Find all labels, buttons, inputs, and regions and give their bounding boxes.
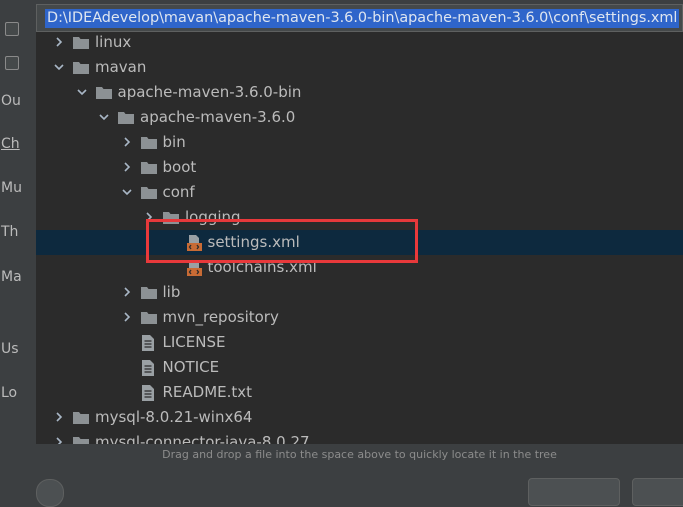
tree-row[interactable]: lib <box>36 280 683 305</box>
tree-row-label: lib <box>162 283 181 301</box>
option-label: Lo <box>1 385 18 401</box>
tree-row[interactable]: boot <box>36 155 683 180</box>
text-file-icon <box>141 335 157 351</box>
tree-row-label: toolchains.xml <box>207 258 317 276</box>
tree-row[interactable]: conf <box>36 180 683 205</box>
tree-row-label: mavan <box>95 58 147 76</box>
tree-row[interactable]: mavan <box>36 55 683 80</box>
drag-drop-hint: Drag and drop a file into the space abov… <box>162 448 557 461</box>
chevron-right-icon[interactable] <box>143 211 155 223</box>
xml-file-icon <box>186 260 202 276</box>
file-tree[interactable]: linux mavan apache-maven-3.6.0-bin apache-m… <box>36 32 683 444</box>
folder-icon <box>140 185 157 200</box>
option-label: Ma <box>1 269 22 285</box>
tree-row[interactable]: mysql-connector-java-8.0.27 <box>36 430 683 444</box>
folder-icon <box>73 35 89 50</box>
tree-row-label: logging <box>185 208 241 226</box>
folder-icon <box>73 435 89 444</box>
tree-row-label: NOTICE <box>162 358 220 376</box>
path-input-value[interactable]: D:\IDEAdevelop\mavan\apache-maven-3.6.0-… <box>45 9 680 28</box>
tree-row-label: bin <box>162 133 186 151</box>
tree-row[interactable]: linux <box>36 32 683 55</box>
chevron-down-icon[interactable] <box>53 61 65 73</box>
cancel-button[interactable] <box>632 478 683 506</box>
help-button[interactable] <box>36 479 64 507</box>
folder-icon <box>163 210 179 225</box>
tree-row-label: settings.xml <box>207 233 300 251</box>
tree-row-label: LICENSE <box>162 333 226 351</box>
text-file-icon <box>141 385 157 401</box>
tree-row-label: mysql-8.0.21-winx64 <box>95 408 253 426</box>
option-label: Th <box>1 224 19 240</box>
tree-row-label: boot <box>162 158 197 176</box>
option-label: Ch <box>1 136 20 152</box>
tree-row[interactable]: NOTICE <box>36 355 683 380</box>
chevron-down-icon[interactable] <box>121 186 133 198</box>
tree-row[interactable]: settings.xml <box>36 230 683 255</box>
tree-row[interactable]: apache-maven-3.6.0-bin <box>36 80 683 105</box>
background-dialog-panel: Ou Ch Mu Th Ma Us Lo <box>0 0 34 489</box>
chevron-right-icon[interactable] <box>53 411 65 423</box>
option-label: Ou <box>1 93 21 109</box>
chevron-right-icon[interactable] <box>121 286 133 298</box>
tree-row-label: conf <box>162 183 195 201</box>
tree-row-label: mvn_repository <box>162 308 279 326</box>
folder-icon <box>73 60 89 75</box>
folder-icon <box>140 310 157 325</box>
chevron-right-icon[interactable] <box>121 161 133 173</box>
tree-row[interactable]: LICENSE <box>36 330 683 355</box>
tree-row[interactable]: bin <box>36 130 683 155</box>
path-input[interactable]: D:\IDEAdevelop\mavan\apache-maven-3.6.0-… <box>36 4 683 32</box>
tree-row-label: mysql-connector-java-8.0.27 <box>95 433 310 444</box>
tree-row[interactable]: toolchains.xml <box>36 255 683 280</box>
ok-button[interactable] <box>528 478 620 506</box>
tree-row-label: README.txt <box>162 383 253 401</box>
folder-icon <box>95 85 112 100</box>
option-label: Mu <box>1 180 22 196</box>
tree-row-label: apache-maven-3.6.0-bin <box>117 83 302 101</box>
tree-row[interactable]: mvn_repository <box>36 305 683 330</box>
tree-row[interactable]: apache-maven-3.6.0 <box>36 105 683 130</box>
chevron-right-icon[interactable] <box>53 36 65 48</box>
folder-icon <box>140 135 157 150</box>
tree-row[interactable]: mysql-8.0.21-winx64 <box>36 405 683 430</box>
checkbox[interactable] <box>5 56 19 70</box>
chevron-right-icon[interactable] <box>121 311 133 323</box>
chevron-down-icon[interactable] <box>76 86 88 98</box>
tree-row-label: apache-maven-3.6.0 <box>140 108 296 126</box>
folder-icon <box>73 410 89 425</box>
checkbox[interactable] <box>5 22 19 36</box>
tree-row[interactable]: logging <box>36 205 683 230</box>
chevron-right-icon[interactable] <box>53 436 65 444</box>
folder-icon <box>140 160 157 175</box>
folder-icon <box>140 285 157 300</box>
folder-icon <box>118 110 134 125</box>
chevron-down-icon[interactable] <box>98 111 110 123</box>
xml-file-icon <box>186 235 202 251</box>
tree-row-label: linux <box>95 33 132 51</box>
option-label: Us <box>1 341 19 357</box>
chevron-right-icon[interactable] <box>121 136 133 148</box>
tree-row[interactable]: README.txt <box>36 380 683 405</box>
text-file-icon <box>141 360 157 376</box>
